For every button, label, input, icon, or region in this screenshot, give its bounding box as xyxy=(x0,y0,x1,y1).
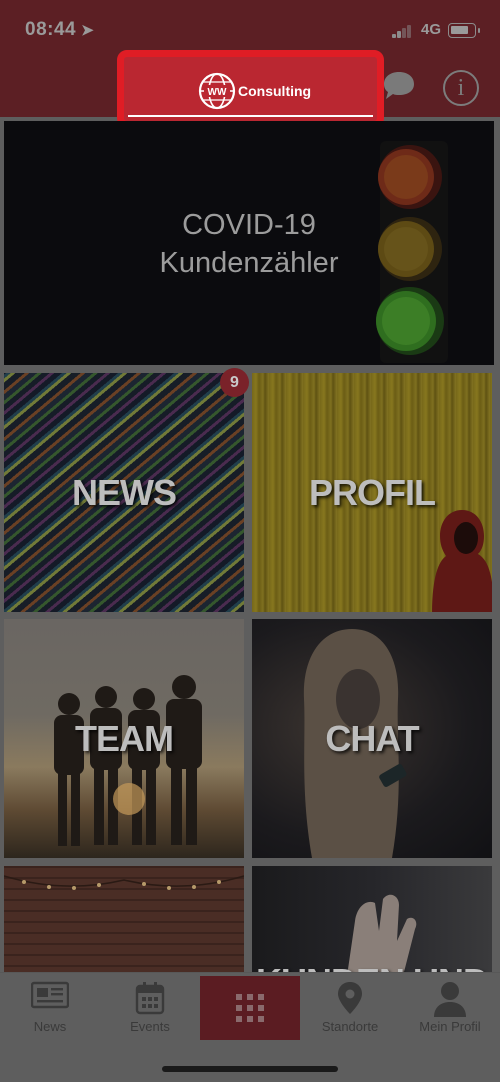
events-brick-tile[interactable] xyxy=(4,866,244,976)
profil-tile[interactable]: PROFIL xyxy=(252,373,492,612)
network-type: 4G xyxy=(421,21,442,38)
string-lights-image xyxy=(4,875,244,890)
news-tile-label: NEWS xyxy=(72,471,177,513)
kunden-tile[interactable]: KUNDEN UND xyxy=(252,866,492,976)
chat-tile[interactable]: CHAT xyxy=(252,619,492,858)
covid-tile-title: COVID-19 Kundenzähler xyxy=(159,209,339,279)
hooded-person-image xyxy=(432,510,492,612)
user-icon xyxy=(434,982,466,1017)
logo-highlight-box[interactable]: WW Consulting xyxy=(117,50,384,128)
tab-news-label: News xyxy=(33,1019,67,1034)
info-button[interactable]: i xyxy=(443,70,479,106)
map-pin-icon xyxy=(338,982,362,1014)
newspaper-icon xyxy=(31,981,69,1009)
home-indicator[interactable] xyxy=(162,1066,338,1072)
team-tile[interactable]: TEAM xyxy=(4,619,244,858)
svg-text:WW: WW xyxy=(208,87,227,98)
profil-tile-label: PROFIL xyxy=(309,471,436,513)
news-tile[interactable]: NEWS xyxy=(4,373,244,612)
tab-profil-label: Mein Profil xyxy=(419,1019,481,1034)
location-arrow-icon: ➤ xyxy=(81,22,95,39)
grid-dots-icon xyxy=(236,994,264,1022)
calendar-icon xyxy=(135,982,165,1015)
tab-events-label: Events xyxy=(130,1019,170,1034)
app-header: 08:44 ➤ 4G WW Consulting i xyxy=(0,0,500,128)
team-tile-label: TEAM xyxy=(75,717,174,759)
signal-bars-icon xyxy=(392,25,412,38)
tab-mein-profil[interactable]: Mein Profil xyxy=(400,973,500,1043)
tab-standorte-label: Standorte xyxy=(321,1019,379,1034)
tab-events[interactable]: Events xyxy=(100,973,200,1043)
chat-tile-label: CHAT xyxy=(325,717,419,759)
globe-logo-icon: WW xyxy=(198,72,236,110)
chat-bubble-icon[interactable] xyxy=(382,68,416,102)
tab-news[interactable]: News xyxy=(0,973,100,1043)
tab-standorte[interactable]: Standorte xyxy=(300,973,400,1043)
battery-icon xyxy=(448,23,480,38)
logo-text: Consulting xyxy=(238,83,312,99)
news-unread-badge: 9 xyxy=(220,368,249,397)
tab-home-grid[interactable] xyxy=(200,976,300,1040)
covid-counter-tile[interactable]: COVID-19 Kundenzähler xyxy=(4,121,494,365)
status-bar-time: 08:44 ➤ xyxy=(25,19,95,40)
ww-consulting-logo[interactable]: WW Consulting xyxy=(198,72,311,110)
traffic-light-icon xyxy=(376,141,448,363)
